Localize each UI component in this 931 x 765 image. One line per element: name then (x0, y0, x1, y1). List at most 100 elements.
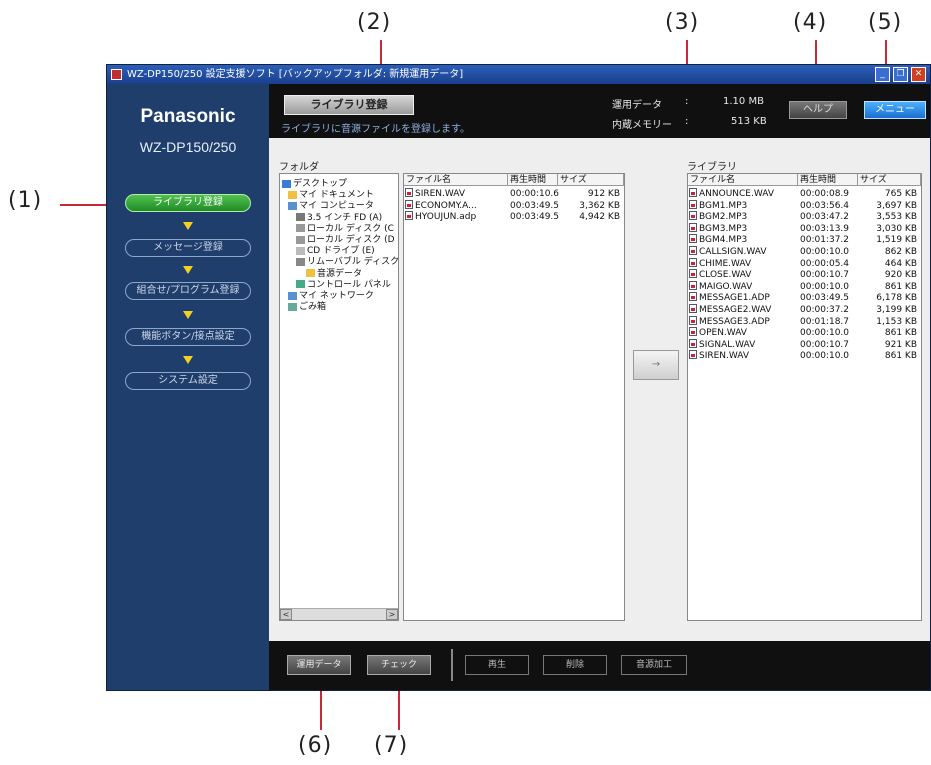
scroll-left-icon[interactable]: < (280, 609, 292, 620)
sidebar: Panasonic WZ-DP150/250 ライブラリ登録 メッセージ登録 組… (107, 84, 269, 690)
operation-data-button[interactable]: 運用データ (287, 655, 351, 675)
check-button[interactable]: チェック (367, 655, 431, 675)
menu-button[interactable]: メニュー (864, 101, 926, 119)
step-arrow-icon (183, 266, 193, 274)
model-name: WZ-DP150/250 (139, 139, 237, 155)
file-name-text: HYOUJUN.adp (415, 212, 477, 223)
nav-message-register[interactable]: メッセージ登録 (125, 239, 251, 257)
folder-tree[interactable]: デスクトップ マイ ドキュメント マイ コンピュータ 3.5 インチ FD (A) ロー… (279, 173, 399, 621)
file-name-cell[interactable]: MESSAGE2.WAV (689, 304, 771, 316)
column-header[interactable]: ファイル名 (688, 174, 798, 186)
duration-cell: 00:00:05.4 (800, 258, 850, 269)
duration-cell: 00:03:13.9 (800, 223, 850, 234)
file-name-cell[interactable]: OPEN.WAV (689, 327, 747, 339)
audio-file-icon (689, 338, 697, 348)
file-name-text: BGM2.MP3 (699, 212, 748, 223)
file-name-cell[interactable]: BGM1.MP3 (689, 199, 748, 212)
duration-cell: 00:00:10.0 (800, 281, 850, 292)
size-cell: 912 KB (587, 189, 620, 199)
size-cell: 862 KB (884, 247, 917, 257)
stat-colon: : (685, 116, 689, 127)
file-name-text: ECONOMY.A... (415, 200, 477, 211)
audio-file-icon (689, 304, 697, 313)
tree-item-label: ごみ箱 (299, 302, 327, 313)
file-name-text: SIREN.WAV (415, 189, 466, 199)
size-cell: 464 KB (884, 258, 917, 269)
size-cell: 3,362 KB (579, 200, 620, 211)
file-name-cell[interactable]: ECONOMY.A... (405, 199, 477, 212)
size-cell: 861 KB (884, 328, 917, 339)
callout-7: (7) (374, 733, 409, 758)
file-name-cell[interactable]: SIGNAL.WAV (689, 338, 755, 351)
size-cell: 4,942 KB (579, 212, 620, 223)
stat-value-internal-memory: 513 KB (731, 116, 767, 127)
callout-5: (5) (868, 10, 903, 35)
file-name-cell[interactable]: HYOUJUN.adp (405, 211, 477, 223)
column-header[interactable]: ファイル名 (404, 174, 508, 186)
minimize-button[interactable]: _ (875, 67, 890, 82)
recycle-bin-icon (288, 302, 297, 311)
file-name-cell[interactable]: CLOSE.WAV (689, 269, 752, 281)
audio-file-icon (689, 188, 697, 197)
duration-cell: 00:00:10.6 (510, 189, 560, 199)
audio-file-icon (405, 199, 413, 209)
duration-cell: 00:00:37.2 (800, 305, 850, 315)
file-name-cell[interactable]: CALLSIGN.WAV (689, 246, 767, 258)
file-name-cell[interactable]: SIREN.WAV (689, 350, 749, 362)
duration-cell: 00:00:10.0 (800, 247, 850, 257)
title-bar: WZ-DP150/250 設定支援ソフト [バックアップフォルダ: 新規運用デー… (107, 65, 930, 84)
file-list[interactable]: ファイル名 再生時間 サイズ SIREN.WAV 00:00:10.6 912 KB ECO… (403, 173, 625, 621)
file-name-text: CHIME.WAV (699, 258, 752, 269)
file-name-text: CLOSE.WAV (699, 270, 752, 281)
library-list[interactable]: ファイル名 再生時間 サイズ ANNOUNCE.WAV 00:00:08.9 765 KB… (687, 173, 922, 621)
audio-file-icon (689, 222, 697, 232)
file-name-cell[interactable]: MAIGO.WAV (689, 280, 753, 293)
file-name-cell[interactable]: CHIME.WAV (689, 257, 752, 270)
nav-system-settings[interactable]: システム設定 (125, 372, 251, 390)
nav-library-register[interactable]: ライブラリ登録 (125, 194, 251, 212)
file-name-cell[interactable]: MESSAGE1.ADP (689, 292, 770, 304)
duration-cell: 00:00:10.7 (800, 339, 850, 350)
close-button[interactable]: ✕ (911, 67, 926, 82)
file-name-text: MESSAGE3.ADP (699, 316, 770, 327)
duration-cell: 00:03:49.5 (800, 293, 850, 304)
file-name-cell[interactable]: BGM2.MP3 (689, 211, 748, 223)
audio-file-icon (689, 315, 697, 325)
duration-cell: 00:03:49.5 (510, 200, 560, 211)
add-to-library-button[interactable]: → (633, 350, 679, 380)
callout-4: (4) (793, 10, 828, 35)
play-button[interactable]: 再生 (465, 655, 529, 675)
tree-item[interactable]: ごみ箱 (288, 299, 326, 312)
library-register-button[interactable]: ライブラリ登録 (284, 95, 414, 115)
footer-bar: 運用データ チェック 再生 削除 音源加工 (269, 641, 930, 690)
nav-combination-program[interactable]: 組合せ/プログラム登録 (125, 282, 251, 300)
file-name-text: BGM4.MP3 (699, 235, 748, 246)
column-header[interactable]: サイズ (858, 174, 921, 186)
help-button[interactable]: ヘルプ (789, 101, 847, 119)
column-header[interactable]: 再生時間 (508, 174, 558, 186)
restore-button[interactable]: ❐ (893, 67, 908, 82)
column-header[interactable]: 再生時間 (798, 174, 858, 186)
audio-file-icon (689, 199, 697, 209)
delete-button[interactable]: 削除 (543, 655, 607, 675)
app-window: WZ-DP150/250 設定支援ソフト [バックアップフォルダ: 新規運用デー… (106, 64, 931, 691)
duration-cell: 00:03:56.4 (800, 200, 850, 211)
file-name-text: BGM1.MP3 (699, 200, 748, 211)
tree-scrollbar[interactable]: < > (280, 608, 398, 620)
file-name-text: BGM3.MP3 (699, 223, 748, 234)
library-description: ライブラリに音源ファイルを登録します。 (281, 124, 470, 135)
file-name-text: MAIGO.WAV (699, 281, 753, 292)
file-name-cell[interactable]: SIREN.WAV (405, 188, 466, 200)
file-name-text: ANNOUNCE.WAV (699, 189, 775, 199)
file-name-cell[interactable]: MESSAGE3.ADP (689, 315, 770, 328)
scroll-right-icon[interactable]: > (386, 609, 398, 620)
callout-2: (2) (357, 10, 392, 35)
process-audio-button[interactable]: 音源加工 (621, 655, 687, 675)
nav-function-button-contact[interactable]: 機能ボタン/接点設定 (125, 328, 251, 346)
file-name-cell[interactable]: ANNOUNCE.WAV (689, 188, 775, 200)
file-name-cell[interactable]: BGM3.MP3 (689, 222, 748, 235)
column-header[interactable]: サイズ (558, 174, 624, 186)
file-name-cell[interactable]: BGM4.MP3 (689, 234, 748, 246)
size-cell: 921 KB (884, 339, 917, 350)
audio-file-icon (405, 211, 413, 221)
